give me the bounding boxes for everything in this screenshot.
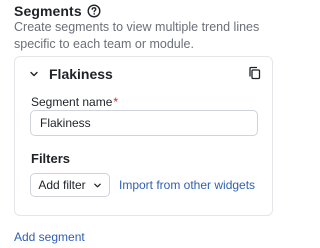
import-from-other-widgets-link[interactable]: Import from other widgets <box>119 178 255 192</box>
add-filter-button[interactable]: Add filter <box>30 173 110 197</box>
section-title: Segments <box>14 3 82 19</box>
question-circle-icon[interactable] <box>87 4 101 18</box>
segment-title: Flakiness <box>49 66 113 82</box>
segment-card-header[interactable]: Flakiness <box>29 66 113 82</box>
segment-name-label-text: Segment name <box>31 95 113 109</box>
chevron-down-icon <box>93 181 102 190</box>
copy-icon[interactable] <box>248 66 261 80</box>
add-filter-label: Add filter <box>38 178 86 192</box>
section-description: Create segments to view multiple trend l… <box>14 20 260 51</box>
filters-label: Filters <box>31 151 71 166</box>
segment-name-input[interactable] <box>30 110 258 136</box>
add-segment-link[interactable]: Add segment <box>14 230 85 244</box>
required-mark: * <box>113 95 119 109</box>
chevron-down-icon[interactable] <box>29 69 39 79</box>
segment-name-label: Segment name* <box>31 95 118 109</box>
segment-card: Flakiness Segment name* Filters Add filt… <box>14 56 273 216</box>
segments-header: Segments <box>14 3 101 19</box>
